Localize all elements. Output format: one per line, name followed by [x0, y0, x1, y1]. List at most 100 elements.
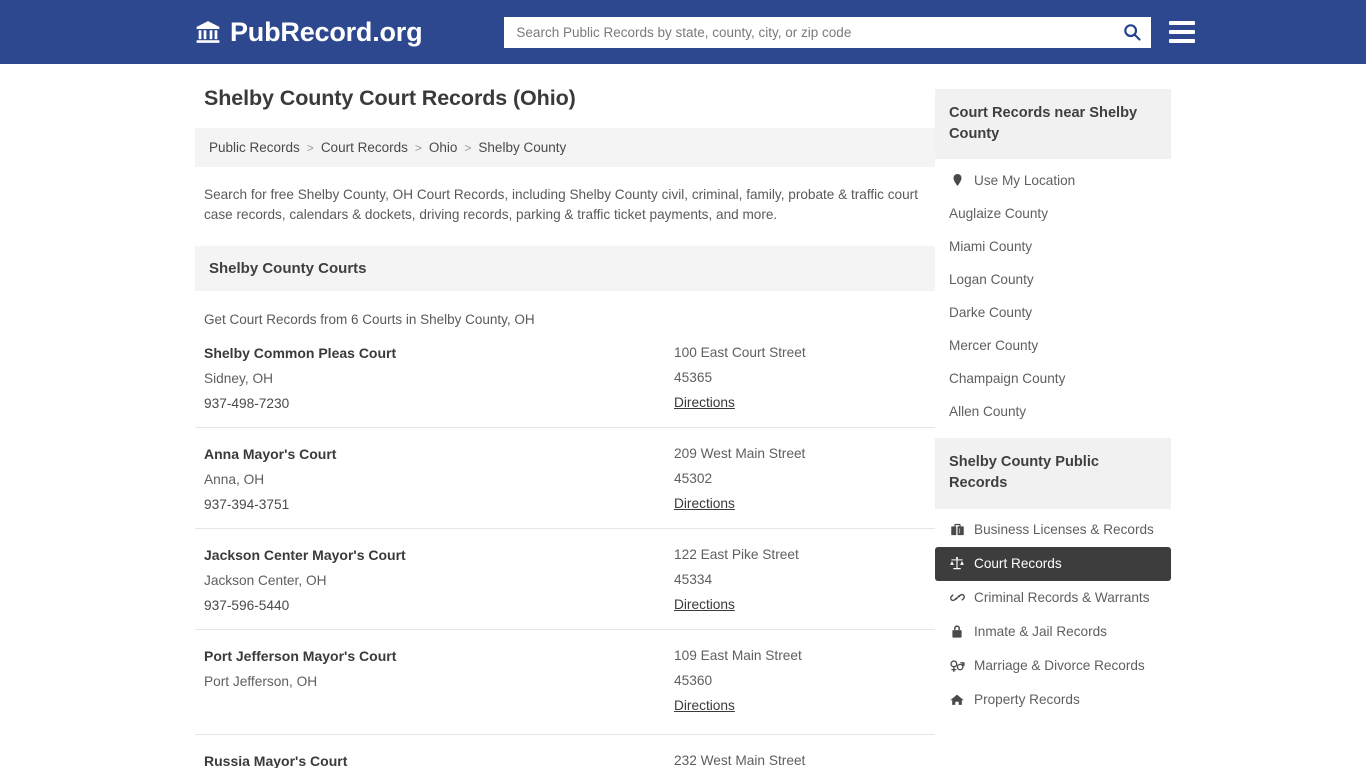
- public-record-item-inmate-jail-records[interactable]: Inmate & Jail Records: [935, 615, 1171, 649]
- nearby-county-label: Miami County: [949, 239, 1032, 254]
- court-address-block: 109 East Main Street45360Directions: [674, 648, 926, 718]
- use-my-location-button[interactable]: Use My Location: [935, 163, 1171, 197]
- breadcrumb-item-court-records[interactable]: Court Records: [321, 140, 408, 155]
- breadcrumb: Public Records > Court Records > Ohio > …: [195, 128, 935, 167]
- padlock-icon: [949, 624, 965, 640]
- court-city: Port Jefferson, OH: [204, 674, 674, 689]
- public-record-label: Criminal Records & Warrants: [974, 590, 1150, 605]
- venus-mars-icon: [949, 658, 965, 674]
- court-name[interactable]: Jackson Center Mayor's Court: [204, 547, 674, 563]
- sidebar: Court Records near Shelby County Use My …: [935, 64, 1171, 768]
- handcuffs-icon: [949, 590, 965, 606]
- nearby-county-label: Champaign County: [949, 371, 1065, 386]
- court-address-block: 209 West Main Street 45302 Directions: [674, 446, 926, 512]
- page-body: Shelby County Court Records (Ohio) Publi…: [0, 64, 1366, 768]
- court-zip: 45365: [674, 370, 926, 385]
- nearby-county-item[interactable]: Mercer County: [935, 329, 1171, 362]
- nearby-county-item[interactable]: Auglaize County: [935, 197, 1171, 230]
- nearby-county-label: Allen County: [949, 404, 1026, 419]
- page-description: Search for free Shelby County, OH Court …: [195, 167, 935, 226]
- breadcrumb-item-ohio[interactable]: Ohio: [429, 140, 458, 155]
- court-address: 232 West Main Street: [674, 753, 926, 768]
- bank-icon: [195, 19, 221, 45]
- court-name[interactable]: Anna Mayor's Court: [204, 446, 674, 462]
- court-row: Port Jefferson Mayor's Court Port Jeffers…: [195, 630, 935, 735]
- court-phone[interactable]: 937-498-7230: [204, 396, 674, 411]
- public-record-item-criminal-records-warrants[interactable]: Criminal Records & Warrants: [935, 581, 1171, 615]
- court-row: Jackson Center Mayor's Court Jackson Cent…: [195, 529, 935, 630]
- court-name[interactable]: Shelby Common Pleas Court: [204, 345, 674, 361]
- breadcrumb-separator-icon: >: [307, 141, 314, 155]
- court-address-block: 122 East Pike Street 45334 Directions: [674, 547, 926, 613]
- breadcrumb-item-public-records[interactable]: Public Records: [209, 140, 300, 155]
- public-record-label: Court Records: [974, 556, 1062, 571]
- hamburger-bar: [1169, 30, 1195, 34]
- scales-of-justice-icon: [949, 556, 965, 572]
- court-address: 209 West Main Street: [674, 446, 926, 461]
- court-address: 100 East Court Street: [674, 345, 926, 360]
- hamburger-menu-icon[interactable]: [1169, 21, 1195, 43]
- court-info: Shelby Common Pleas Court Sidney, OH 937-4…: [204, 345, 674, 411]
- public-record-label: Business Licenses & Records: [974, 522, 1154, 537]
- court-zip: 45360: [674, 673, 926, 688]
- public-records-list: Business Licenses & Records Court Records…: [935, 513, 1171, 717]
- courts-section-subtitle: Get Court Records from 6 Courts in Shelb…: [195, 291, 935, 327]
- court-info: Russia Mayor's CourtRussia, OH937-526-44…: [204, 753, 674, 768]
- court-info: Anna Mayor's Court Anna, OH 937-394-3751: [204, 446, 674, 512]
- site-logo[interactable]: PubRecord.org: [195, 19, 422, 46]
- public-record-label: Inmate & Jail Records: [974, 624, 1107, 639]
- court-name[interactable]: Port Jefferson Mayor's Court: [204, 648, 674, 664]
- breadcrumb-separator-icon: >: [415, 141, 422, 155]
- site-brand-name: PubRecord.org: [230, 19, 422, 46]
- use-my-location-label: Use My Location: [974, 173, 1075, 188]
- nearby-courts-list: Use My Location Auglaize County Miami Cou…: [935, 163, 1171, 428]
- public-record-item-property-records[interactable]: Property Records: [935, 683, 1171, 717]
- court-zip: 45302: [674, 471, 926, 486]
- court-address: 122 East Pike Street: [674, 547, 926, 562]
- counties-list: Auglaize County Miami County Logan County D…: [935, 197, 1171, 428]
- nearby-county-item[interactable]: Logan County: [935, 263, 1171, 296]
- court-phone: [204, 699, 674, 718]
- sidebar-spacer: [935, 428, 1171, 438]
- nearby-county-label: Darke County: [949, 305, 1032, 320]
- map-pin-icon: [949, 172, 965, 188]
- court-row: Shelby Common Pleas Court Sidney, OH 937-4…: [195, 327, 935, 428]
- site-header: PubRecord.org: [0, 0, 1366, 64]
- public-record-label: Marriage & Divorce Records: [974, 658, 1145, 673]
- directions-link[interactable]: Directions: [674, 496, 735, 511]
- search-icon[interactable]: [1121, 21, 1143, 43]
- directions-link[interactable]: Directions: [674, 698, 735, 713]
- directions-link[interactable]: Directions: [674, 395, 735, 410]
- court-city: Anna, OH: [204, 472, 674, 487]
- nearby-county-label: Auglaize County: [949, 206, 1048, 221]
- public-record-item-court-records[interactable]: Court Records: [935, 547, 1171, 581]
- court-phone[interactable]: 937-596-5440: [204, 598, 674, 613]
- hamburger-bar: [1169, 21, 1195, 25]
- court-name[interactable]: Russia Mayor's Court: [204, 753, 674, 768]
- public-record-item-business-licenses-records[interactable]: Business Licenses & Records: [935, 513, 1171, 547]
- public-record-label: Property Records: [974, 692, 1080, 707]
- nearby-county-item[interactable]: Allen County: [935, 395, 1171, 428]
- courts-list: Shelby Common Pleas Court Sidney, OH 937-4…: [195, 327, 935, 768]
- court-info: Jackson Center Mayor's Court Jackson Cent…: [204, 547, 674, 613]
- nearby-county-item[interactable]: Darke County: [935, 296, 1171, 329]
- nearby-county-item[interactable]: Miami County: [935, 230, 1171, 263]
- public-record-item-marriage-divorce-records[interactable]: Marriage & Divorce Records: [935, 649, 1171, 683]
- court-row: Anna Mayor's CourtAnna, OH937-394-375120…: [195, 428, 935, 529]
- search-bar: [504, 17, 1151, 48]
- search-input[interactable]: [516, 25, 1121, 40]
- nearby-county-label: Mercer County: [949, 338, 1038, 353]
- page-title: Shelby County Court Records (Ohio): [204, 86, 935, 111]
- court-city: Jackson Center, OH: [204, 573, 674, 588]
- public-records-title: Shelby County Public Records: [935, 438, 1171, 508]
- court-address-block: 232 West Main Street45363Directions: [674, 753, 926, 768]
- nearby-county-item[interactable]: Champaign County: [935, 362, 1171, 395]
- breadcrumb-separator-icon: >: [464, 141, 471, 155]
- nearby-courts-title: Court Records near Shelby County: [935, 89, 1171, 159]
- court-info: Port Jefferson Mayor's Court Port Jeffers…: [204, 648, 674, 718]
- court-phone[interactable]: 937-394-3751: [204, 497, 674, 512]
- directions-link[interactable]: Directions: [674, 597, 735, 612]
- breadcrumb-item-shelby-county[interactable]: Shelby County: [478, 140, 566, 155]
- court-zip: 45334: [674, 572, 926, 587]
- court-city: Sidney, OH: [204, 371, 674, 386]
